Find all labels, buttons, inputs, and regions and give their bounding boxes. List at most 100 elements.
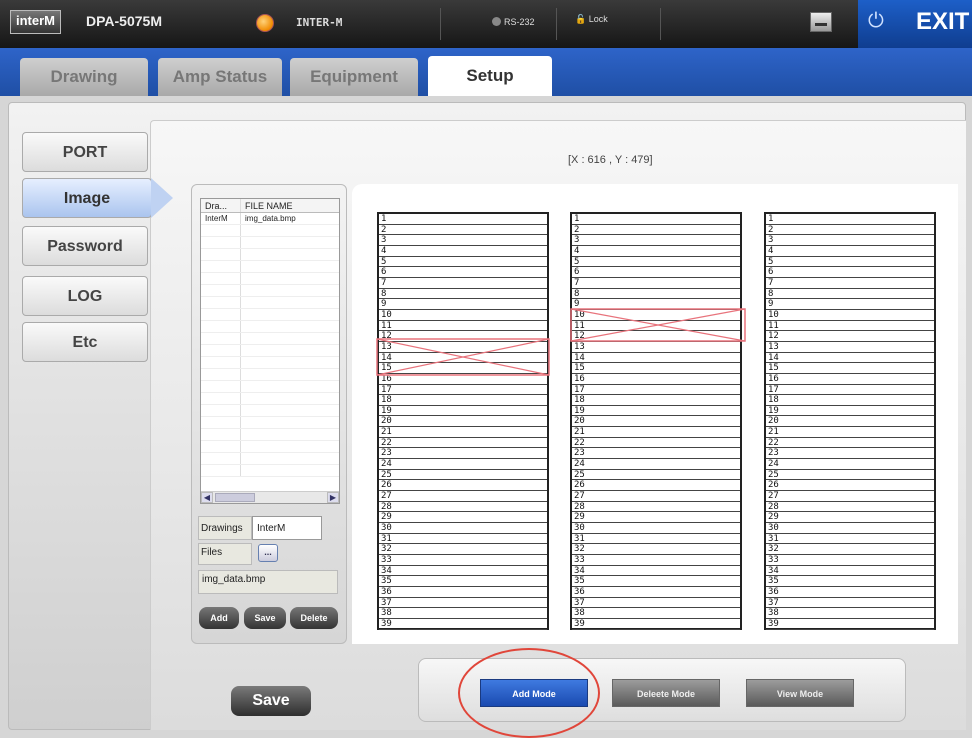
scroll-right-icon[interactable]: ▶ [327, 492, 339, 503]
sidebar-item-log[interactable]: LOG [22, 276, 148, 316]
zone-row[interactable]: 10 [379, 310, 547, 321]
zone-row[interactable]: 1 [572, 214, 740, 225]
sidebar-item-image[interactable]: Image [22, 178, 173, 218]
zone-row[interactable]: 7 [379, 278, 547, 289]
column-header-drawing[interactable]: Dra... [201, 199, 241, 212]
browse-button[interactable]: ... [258, 544, 278, 562]
zone-column-1[interactable]: 1 2 3 4 5 6 7 8 9 10 11 12 13 14 15 16 17 18 19 20 21 22 23 24 2… [377, 212, 549, 630]
list-item[interactable] [201, 441, 339, 453]
zone-row[interactable]: 19 [379, 406, 547, 417]
sidebar-item-password[interactable]: Password [22, 226, 148, 266]
zone-row[interactable]: 35 [379, 576, 547, 587]
sidebar-item-etc[interactable]: Etc [22, 322, 148, 362]
zone-row[interactable]: 21 [572, 427, 740, 438]
zone-row[interactable]: 30 [572, 523, 740, 534]
zone-row[interactable]: 30 [379, 523, 547, 534]
zone-row[interactable]: 17 [379, 385, 547, 396]
zone-row[interactable]: 8 [379, 289, 547, 300]
zone-row[interactable]: 3 [572, 235, 740, 246]
list-item[interactable]: InterM img_data.bmp [201, 213, 339, 225]
zone-row[interactable]: 3 [379, 235, 547, 246]
zone-row[interactable]: 11 [379, 321, 547, 332]
zone-row[interactable]: 2 [766, 225, 934, 236]
scroll-thumb[interactable] [215, 493, 255, 502]
lock-button[interactable]: 🔓 Lock [575, 14, 608, 25]
sidebar-item-port[interactable]: PORT [22, 132, 148, 172]
zone-row[interactable]: 20 [572, 416, 740, 428]
zone-row[interactable]: 6 [766, 267, 934, 278]
zone-row[interactable]: 39 [766, 619, 934, 630]
zone-row[interactable]: 22 [572, 438, 740, 449]
add-button[interactable]: Add [199, 607, 239, 629]
zone-row[interactable]: 16 [766, 374, 934, 385]
zone-row[interactable]: 18 [766, 395, 934, 406]
drawings-input[interactable]: InterM [252, 516, 322, 540]
zone-row[interactable]: 5 [572, 257, 740, 268]
list-item[interactable] [201, 309, 339, 321]
zone-row[interactable]: 32 [572, 544, 740, 555]
zone-row[interactable]: 4 [572, 246, 740, 257]
zone-row[interactable]: 23 [572, 448, 740, 460]
zone-row[interactable]: 17 [766, 385, 934, 396]
list-item[interactable] [201, 405, 339, 417]
zone-row[interactable]: 28 [379, 502, 547, 513]
zone-row[interactable]: 27 [766, 491, 934, 502]
zone-row[interactable]: 38 [572, 608, 740, 619]
list-item[interactable] [201, 381, 339, 393]
zone-row[interactable]: 25 [572, 470, 740, 481]
list-item[interactable] [201, 225, 339, 237]
zone-row[interactable]: 38 [766, 608, 934, 619]
zone-row[interactable]: 20 [766, 416, 934, 428]
monitor-icon[interactable] [810, 12, 832, 32]
zone-row[interactable]: 25 [379, 470, 547, 481]
zone-row[interactable]: 5 [379, 257, 547, 268]
zone-row[interactable]: 4 [379, 246, 547, 257]
zone-row[interactable]: 26 [572, 480, 740, 492]
save-button[interactable]: Save [231, 686, 311, 716]
file-name-field[interactable]: img_data.bmp [198, 570, 338, 594]
zone-row[interactable]: 21 [379, 427, 547, 438]
zone-row[interactable]: 13 [766, 342, 934, 353]
zone-row[interactable]: 2 [572, 225, 740, 236]
zone-row[interactable]: 1 [379, 214, 547, 225]
list-item[interactable] [201, 237, 339, 249]
zone-row[interactable]: 3 [766, 235, 934, 246]
zone-row[interactable]: 29 [572, 512, 740, 524]
zone-row[interactable]: 21 [766, 427, 934, 438]
zone-row[interactable]: 32 [379, 544, 547, 555]
zone-row[interactable]: 35 [572, 576, 740, 587]
zone-row[interactable]: 26 [379, 480, 547, 492]
zone-row[interactable]: 28 [572, 502, 740, 513]
zone-row[interactable]: 39 [379, 619, 547, 630]
zone-column-3[interactable]: 1 2 3 4 5 6 7 8 9 10 11 12 13 14 15 16 17 18 19 20 21 22 23 24 2… [764, 212, 936, 630]
zone-row[interactable]: 33 [766, 555, 934, 566]
zone-row[interactable]: 9 [766, 299, 934, 310]
zone-row[interactable]: 24 [572, 459, 740, 470]
zone-row[interactable]: 18 [572, 395, 740, 406]
zone-row[interactable]: 23 [379, 448, 547, 460]
horizontal-scrollbar[interactable]: ◀ ▶ [201, 491, 339, 503]
zone-row[interactable]: 36 [572, 587, 740, 598]
zone-row[interactable]: 14 [572, 353, 740, 364]
zone-row[interactable]: 29 [379, 512, 547, 524]
zone-row[interactable]: 6 [379, 267, 547, 278]
list-item[interactable] [201, 297, 339, 309]
list-item[interactable] [201, 429, 339, 441]
zone-row[interactable]: 22 [766, 438, 934, 449]
zone-row[interactable]: 30 [766, 523, 934, 534]
zone-row[interactable]: 33 [379, 555, 547, 566]
zone-row[interactable]: 19 [572, 406, 740, 417]
scroll-left-icon[interactable]: ◀ [201, 492, 213, 503]
delete-mode-button[interactable]: Deleete Mode [612, 679, 720, 707]
exit-button[interactable]: ⏻ EXIT [858, 0, 972, 48]
zone-row[interactable]: 37 [572, 598, 740, 609]
zone-row[interactable]: 34 [379, 566, 547, 577]
zone-row[interactable]: 20 [379, 416, 547, 428]
zone-column-2[interactable]: 1 2 3 4 5 6 7 8 9 10 11 12 13 14 15 16 17 18 19 20 21 22 23 24 2… [570, 212, 742, 630]
tab-drawing[interactable]: Drawing [20, 58, 148, 96]
list-item[interactable] [201, 249, 339, 261]
tab-amp-status[interactable]: Amp Status [158, 58, 282, 96]
zone-row[interactable]: 36 [766, 587, 934, 598]
zone-row[interactable]: 19 [766, 406, 934, 417]
list-item[interactable] [201, 393, 339, 405]
